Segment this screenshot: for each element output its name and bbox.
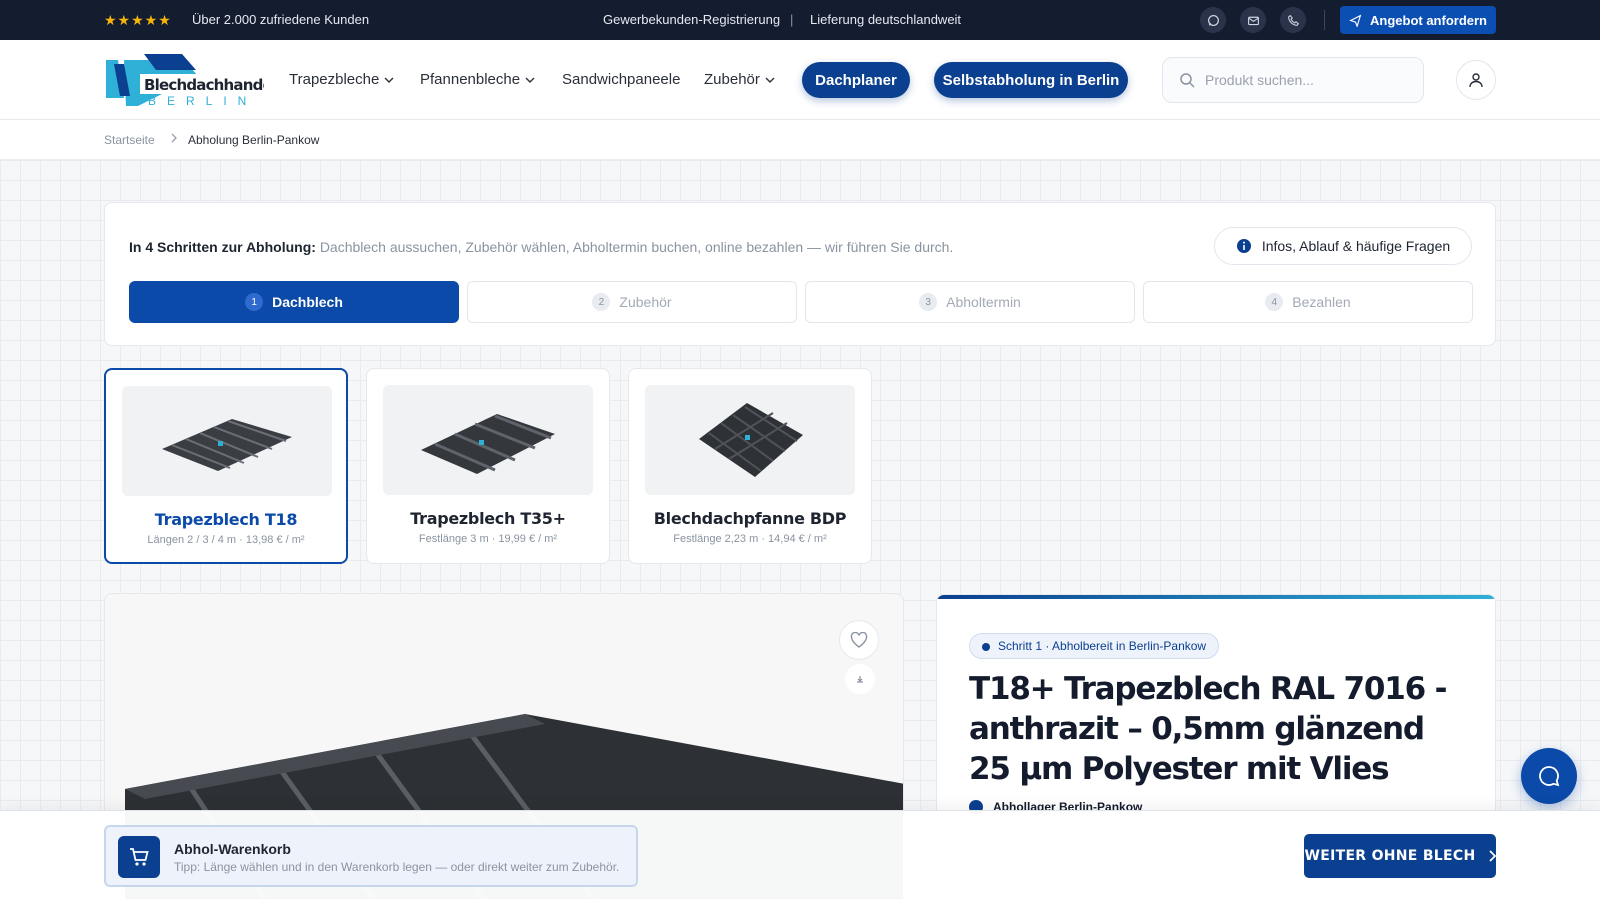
step-zubehoer[interactable]: 2 Zubehör (467, 281, 797, 323)
nav-sandwichpaneele-label: Sandwichpaneele (562, 71, 681, 88)
step-dachblech[interactable]: 1 Dachblech (129, 281, 459, 323)
steps-intro-bold: In 4 Schritten zur Abholung: (129, 239, 316, 255)
heart-icon (850, 632, 868, 648)
info-icon (1236, 239, 1251, 253)
step-badge: Schritt 1 · Abholbereit in Berlin-Pankow (969, 633, 1220, 659)
search-box (1162, 57, 1424, 103)
favorite-button[interactable] (839, 620, 879, 660)
steps-intro: In 4 Schritten zur Abholung: Dachblech a… (129, 239, 953, 255)
product-image (122, 386, 332, 496)
mail-icon[interactable] (1240, 7, 1266, 33)
product-name: Trapezblech T35+ (410, 509, 566, 528)
request-offer-button[interactable]: Angebot anfordern (1340, 6, 1496, 34)
step-number: 3 (919, 293, 938, 311)
product-info: Festlänge 3 m · 19,99 € / m² (418, 533, 558, 545)
send-icon (1349, 14, 1362, 27)
product-card-t18[interactable]: Trapezblech T18 Längen 2 / 3 / 4 m · 13,… (104, 368, 348, 564)
nav-trapezbleche-label: Trapezbleche (289, 71, 380, 88)
faq-button[interactable]: Infos, Ablauf & häufige Fragen (1214, 227, 1472, 265)
continue-button-label: WEITER OHNE BLECH (1304, 848, 1476, 864)
logo-sub: BERLIN (148, 94, 257, 108)
product-card-bdp[interactable]: Blechdachpfanne BDP Festlänge 2,23 m · 1… (628, 368, 872, 564)
nav-sandwichpaneele[interactable]: Sandwichpaneele (562, 71, 680, 88)
step-label: Abholtermin (946, 294, 1021, 310)
account-button[interactable] (1456, 60, 1496, 100)
nav-pfannenbleche-label: Pfannenbleche (420, 71, 521, 88)
accent-bar (937, 595, 1495, 599)
site-logo[interactable]: Blechdachhandel BERLIN (104, 52, 277, 108)
chevron-down-icon (525, 77, 535, 83)
rating-stars: ★★★★★ (104, 12, 172, 28)
step-number: 1 (245, 293, 264, 311)
chat-button[interactable] (1521, 748, 1577, 804)
nav-pfannenbleche[interactable]: Pfannenbleche (420, 71, 535, 88)
step-label: Dachblech (272, 294, 343, 310)
step-label: Bezahlen (1292, 294, 1351, 310)
pickup-steps-card: In 4 Schritten zur Abholung: Dachblech a… (104, 202, 1496, 346)
chevron-right-icon (170, 132, 178, 147)
breadcrumb: Startseite Abholung Berlin-Pankow (0, 120, 1600, 160)
request-offer-label: Angebot anfordern (1370, 12, 1487, 28)
chevron-down-icon (384, 77, 394, 83)
step-bezahlen[interactable]: 4 Bezahlen (1143, 281, 1473, 323)
whatsapp-icon[interactable] (1200, 7, 1226, 33)
main-header: Blechdachhandel BERLIN Trapezbleche Pfan… (0, 40, 1600, 120)
cart-icon (118, 836, 160, 878)
search-icon (1180, 73, 1195, 88)
nav-zubehoer[interactable]: Zubehör (704, 71, 775, 88)
self-pickup-button[interactable]: Selbstabholung in Berlin (934, 62, 1128, 98)
product-title: T18+ Trapezblech RAL 7016 - anthrazit – … (969, 671, 1447, 787)
delivery-info: Lieferung deutschlandweit (810, 12, 962, 27)
breadcrumb-current: Abholung Berlin-Pankow (188, 133, 320, 147)
cart-title: Abhol-Warenkorb (174, 841, 291, 857)
nav-trapezbleche[interactable]: Trapezbleche (289, 71, 394, 88)
cart-tip: Tipp: Länge wählen und in den Warenkorb … (174, 860, 620, 874)
steps-intro-text: Dachblech aussuchen, Zubehör wählen, Abh… (319, 239, 954, 255)
phone-icon[interactable] (1280, 7, 1306, 33)
product-image (383, 385, 593, 495)
chevron-right-icon (1488, 850, 1496, 862)
business-registration-link[interactable]: Gewerbekunden-Registrierung (603, 12, 780, 27)
pickup-cart[interactable]: Abhol-Warenkorb Tipp: Länge wählen und i… (104, 825, 638, 887)
continue-without-sheet-button[interactable]: WEITER OHNE BLECH (1304, 834, 1496, 878)
logo-text: Blechdachhandel (144, 76, 264, 94)
breadcrumb-home[interactable]: Startseite (104, 133, 155, 147)
nav-zubehoer-label: Zubehör (704, 71, 760, 88)
chevron-down-icon (765, 77, 775, 83)
bottom-cart-bar: Abhol-Warenkorb Tipp: Länge wählen und i… (0, 810, 1600, 900)
topbar-separator: | (790, 12, 794, 27)
product-card-t35[interactable]: Trapezblech T35+ Festlänge 3 m · 19,99 €… (366, 368, 610, 564)
top-bar: ★★★★★ Über 2.000 zufriedene Kunden Gewer… (0, 0, 1600, 40)
step-number: 2 (592, 293, 611, 311)
step-number: 4 (1265, 293, 1284, 311)
chat-icon (1539, 766, 1560, 787)
topbar-divider (1324, 10, 1325, 30)
step-abholtermin[interactable]: 3 Abholtermin (805, 281, 1135, 323)
search-input[interactable] (1205, 72, 1405, 88)
zoom-icon[interactable] (845, 664, 875, 694)
step-label: Zubehör (619, 294, 672, 310)
roof-planner-button[interactable]: Dachplaner (802, 62, 910, 98)
user-icon (1469, 73, 1483, 88)
product-image (645, 385, 855, 495)
product-info: Festlänge 2,23 m · 14,94 € / m² (673, 533, 827, 545)
main-content: In 4 Schritten zur Abholung: Dachblech a… (0, 160, 1600, 900)
product-name: Trapezblech T18 (154, 510, 298, 529)
faq-button-label: Infos, Ablauf & häufige Fragen (1261, 238, 1451, 254)
product-info: Längen 2 / 3 / 4 m · 13,98 € / m² (147, 534, 305, 546)
rating-text: Über 2.000 zufriedene Kunden (192, 12, 370, 27)
product-name: Blechdachpfanne BDP (653, 509, 847, 528)
